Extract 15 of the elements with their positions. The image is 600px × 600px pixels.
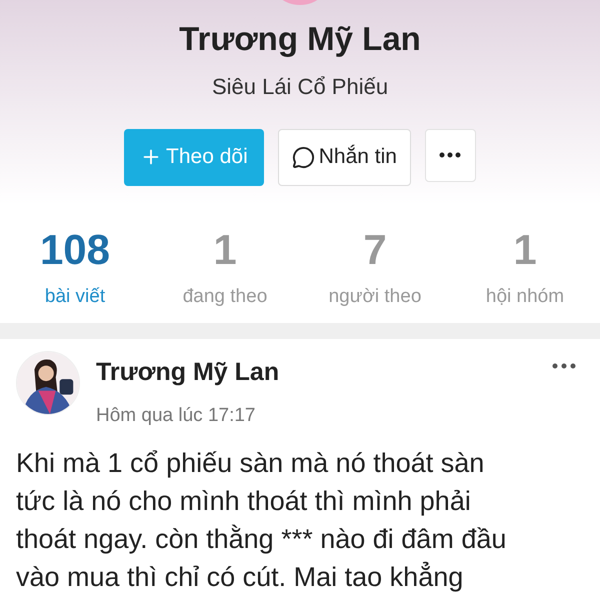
stat-tab[interactable]: 7 người theo bbox=[300, 205, 450, 323]
post-text: Khi mà 1 cổ phiếu sàn mà nó thoát sàn tức là nó cho mình thoát thì mình phải thoát ngay. còn thằng *** nào đi đâm đầu vào mua thì chỉ có cút. Mai tao khẳng bbox=[16, 447, 508, 594]
message-button[interactable]: Nhắn tin bbox=[278, 128, 411, 186]
profile-subtitle: Siêu Lái Cổ Phiếu bbox=[212, 72, 388, 100]
follow-button[interactable]: Theo dõi bbox=[124, 128, 264, 186]
speech-bubble-icon bbox=[292, 146, 315, 168]
stat-tab[interactable]: 1 hội nhóm bbox=[450, 205, 600, 323]
post-time: Hôm qua lúc 17:17 bbox=[96, 404, 256, 428]
profile-name: Trương Mỹ Lan bbox=[179, 19, 421, 59]
more-icon[interactable] bbox=[552, 363, 576, 369]
more-button[interactable] bbox=[424, 128, 476, 182]
more-icon bbox=[439, 152, 462, 158]
author-name[interactable]: Trương Mỹ Lan bbox=[96, 354, 552, 392]
stat-tab[interactable]: 1 đang theo bbox=[150, 205, 300, 323]
stat-tab[interactable]: 108 bài viết bbox=[0, 205, 150, 323]
